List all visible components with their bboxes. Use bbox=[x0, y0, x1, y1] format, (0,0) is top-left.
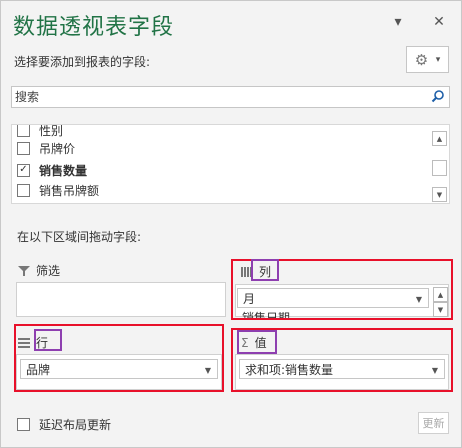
field-label: 吊牌价 bbox=[39, 141, 76, 156]
field-label: 性别 bbox=[39, 124, 64, 138]
columns-drop-zone[interactable]: 月 ▼ 销售日期 ▲ ▼ bbox=[235, 284, 449, 319]
search-input[interactable] bbox=[15, 88, 415, 106]
close-icon[interactable]: ✕ bbox=[428, 11, 450, 33]
choose-fields-label: 选择要添加到报表的字段: bbox=[14, 55, 151, 69]
pane-title: 数据透视表字段 bbox=[13, 15, 175, 40]
defer-checkbox[interactable] bbox=[17, 418, 30, 431]
scroll-down-icon[interactable]: ▼ bbox=[433, 302, 448, 317]
value-field-chip[interactable]: 求和项:销售数量 ▼ bbox=[239, 359, 445, 379]
field-item-tag-price[interactable]: 吊牌价 bbox=[17, 139, 75, 157]
row-field-chip[interactable]: 品牌 ▼ bbox=[20, 359, 218, 379]
rows-drop-zone[interactable]: 品牌 ▼ bbox=[16, 354, 222, 390]
chevron-down-icon[interactable]: ▼ bbox=[416, 295, 422, 304]
search-icon[interactable] bbox=[431, 89, 445, 103]
values-drop-zone[interactable]: 求和项:销售数量 ▼ bbox=[235, 354, 449, 390]
chevron-down-icon[interactable]: ▼ bbox=[432, 366, 438, 375]
drag-instruction: 在以下区域间拖动字段: bbox=[17, 230, 142, 244]
chevron-down-icon[interactable]: ▾ bbox=[387, 11, 409, 33]
filter-drop-zone[interactable] bbox=[16, 282, 226, 317]
gear-icon: ⚙ bbox=[414, 50, 429, 69]
values-area-title: 值 bbox=[254, 336, 267, 350]
chip-label: 求和项:销售数量 bbox=[245, 362, 334, 377]
field-checkbox-checked[interactable]: ✓ bbox=[17, 163, 30, 177]
rows-area-label: 行 bbox=[18, 334, 48, 351]
field-checkbox[interactable] bbox=[17, 141, 30, 155]
caret-down-icon: ▾ bbox=[435, 54, 441, 65]
field-search-box[interactable] bbox=[11, 86, 450, 108]
field-item-sales-tag-amount[interactable]: 销售吊牌额 bbox=[17, 181, 99, 199]
rows-icon bbox=[18, 337, 30, 349]
columns-icon bbox=[241, 266, 253, 278]
update-button[interactable]: 更新 bbox=[418, 412, 449, 434]
filter-area-title: 筛选 bbox=[36, 264, 61, 278]
column-field-chip-partial[interactable]: 销售日期 bbox=[242, 309, 422, 319]
field-label: 销售吊牌额 bbox=[39, 183, 100, 198]
field-item-sales-qty[interactable]: ✓ 销售数量 bbox=[17, 161, 87, 179]
field-item-gender[interactable]: 性别 bbox=[17, 124, 64, 139]
defer-layout-update[interactable]: 延迟布局更新 bbox=[17, 416, 111, 433]
rows-area-title: 行 bbox=[36, 336, 49, 350]
field-label: 销售数量 bbox=[39, 163, 88, 178]
column-field-chip[interactable]: 月 ▼ bbox=[237, 288, 429, 308]
field-list-scrollbar[interactable]: ▲ ▼ bbox=[432, 128, 447, 202]
values-area-label: Σ 值 bbox=[241, 334, 267, 351]
field-checkbox[interactable] bbox=[17, 125, 30, 137]
chip-label: 月 bbox=[243, 291, 256, 306]
columns-scrollbar[interactable]: ▲ ▼ bbox=[433, 286, 448, 317]
filter-area-label: 筛选 bbox=[18, 262, 60, 279]
field-list: 性别 吊牌价 ✓ 销售数量 销售吊牌额 ▲ ▼ bbox=[11, 124, 450, 204]
scroll-up-icon[interactable]: ▲ bbox=[432, 131, 447, 146]
pivot-field-pane: 数据透视表字段 ▾ ✕ 选择要添加到报表的字段: ⚙ ▾ 性别 吊牌价 ✓ 销售… bbox=[0, 0, 462, 448]
scroll-up-icon[interactable]: ▲ bbox=[433, 287, 448, 302]
defer-label: 延迟布局更新 bbox=[39, 418, 112, 432]
chevron-down-icon[interactable]: ▼ bbox=[205, 366, 211, 375]
scroll-thumb[interactable] bbox=[432, 160, 447, 176]
columns-area-title: 列 bbox=[259, 265, 272, 279]
filter-icon bbox=[18, 265, 30, 277]
chip-label: 品牌 bbox=[26, 362, 51, 377]
field-checkbox[interactable] bbox=[17, 183, 30, 197]
scroll-down-icon[interactable]: ▼ bbox=[432, 187, 447, 202]
chip-label: 销售日期 bbox=[242, 311, 291, 319]
columns-area-label: 列 bbox=[241, 263, 271, 280]
tools-button[interactable]: ⚙ ▾ bbox=[406, 46, 449, 73]
sigma-icon: Σ bbox=[241, 335, 249, 350]
